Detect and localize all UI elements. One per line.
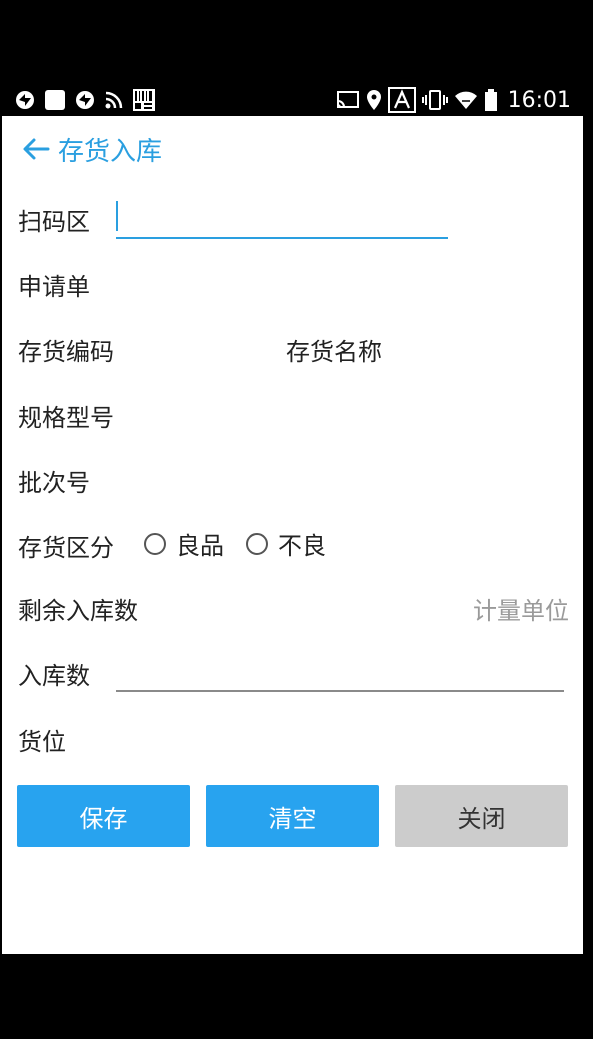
barcode-icon bbox=[132, 88, 156, 112]
radio-circle-icon bbox=[144, 532, 166, 555]
clear-button[interactable]: 清空 bbox=[206, 785, 379, 847]
app-window: 存货入库 扫码区 申请单 存货编码 存货名称 规格型号 批次号 存货区分 良品 … bbox=[2, 116, 583, 954]
radio-good[interactable]: 良品 bbox=[144, 526, 224, 561]
remaining-qty-label: 剩余入库数 bbox=[18, 597, 138, 625]
spec-model-label: 规格型号 bbox=[18, 404, 114, 432]
wifi-icon bbox=[454, 90, 478, 110]
radio-defective-label: 不良 bbox=[278, 532, 326, 560]
battery-icon bbox=[484, 88, 498, 112]
status-bar-right: 16:01 bbox=[336, 87, 583, 113]
rss-icon bbox=[104, 90, 124, 110]
location-icon bbox=[366, 89, 382, 111]
inbound-qty-label: 入库数 bbox=[18, 662, 90, 690]
text-caret bbox=[116, 201, 118, 231]
page-title: 存货入库 bbox=[58, 136, 163, 167]
vibrate-icon bbox=[421, 89, 448, 111]
sync-icon bbox=[14, 89, 36, 111]
inventory-code-label: 存货编码 bbox=[18, 338, 114, 366]
save-button[interactable]: 保存 bbox=[17, 785, 190, 847]
status-bar: 16:01 bbox=[0, 84, 583, 116]
status-bar-left bbox=[0, 88, 156, 112]
scan-label: 扫码区 bbox=[18, 208, 90, 236]
arrow-left-icon bbox=[23, 138, 50, 160]
inventory-category-label: 存货区分 bbox=[18, 534, 114, 562]
a-icon bbox=[387, 87, 416, 113]
sync-icon bbox=[74, 89, 96, 111]
title-bar: 存货入库 bbox=[2, 116, 583, 182]
radio-defective[interactable]: 不良 bbox=[246, 526, 326, 561]
inventory-name-label: 存货名称 bbox=[286, 338, 382, 366]
unit-label: 计量单位 bbox=[473, 597, 569, 625]
location-label: 货位 bbox=[18, 728, 66, 756]
status-time: 16:01 bbox=[507, 87, 571, 113]
application-label: 申请单 bbox=[18, 273, 90, 301]
back-button[interactable] bbox=[16, 129, 56, 169]
batch-number-label: 批次号 bbox=[18, 469, 90, 497]
radio-circle-icon bbox=[246, 532, 268, 555]
scan-input[interactable] bbox=[116, 199, 448, 239]
category-radio-group: 良品 不良 bbox=[144, 526, 348, 561]
cast-icon bbox=[336, 90, 360, 110]
close-button[interactable]: 关闭 bbox=[395, 785, 568, 847]
inbound-qty-input[interactable] bbox=[116, 652, 564, 692]
square-icon bbox=[44, 89, 66, 111]
radio-good-label: 良品 bbox=[176, 532, 224, 560]
